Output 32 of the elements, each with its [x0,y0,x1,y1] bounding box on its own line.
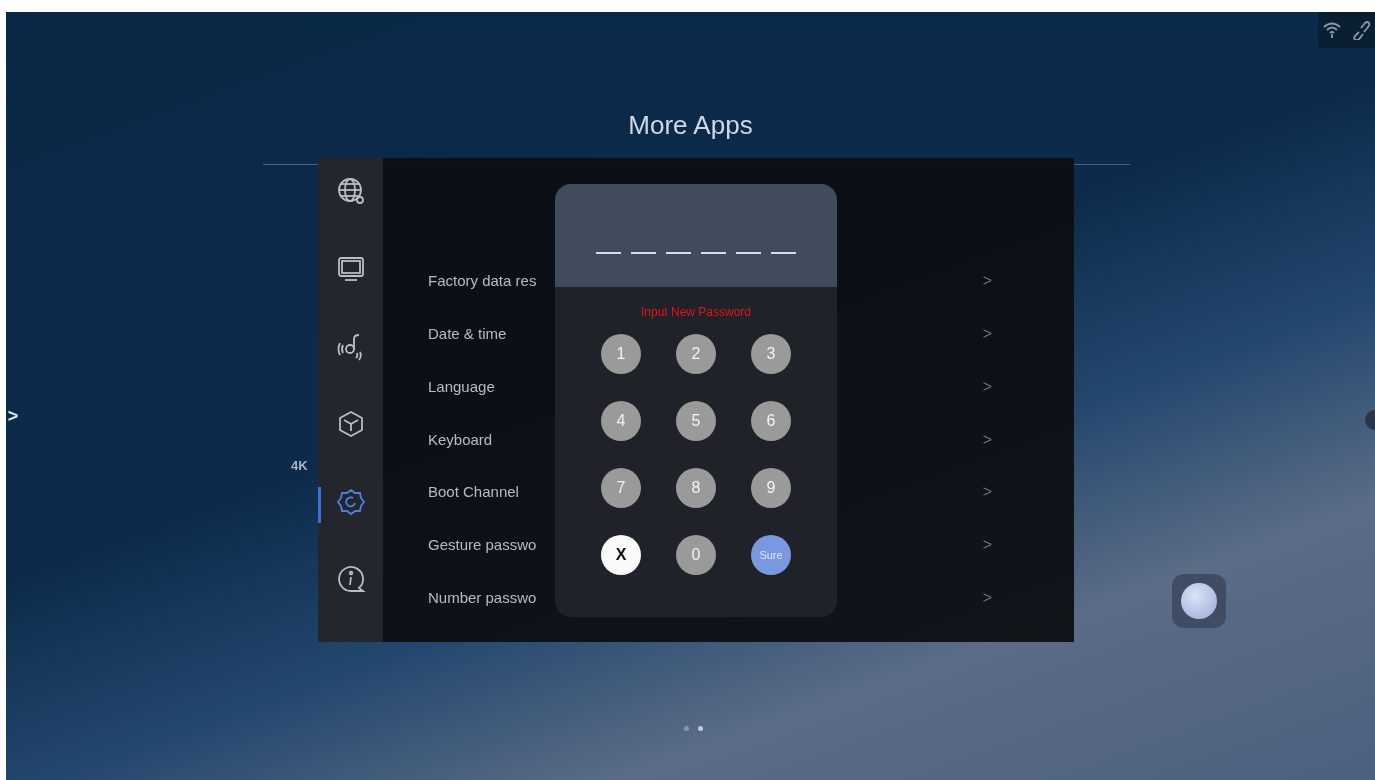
wifi-icon [1322,20,1343,40]
password-prompt: Input New Password [639,305,753,319]
gear-icon [335,486,366,517]
digit-key[interactable]: 5 [676,401,716,441]
digit-key[interactable]: 9 [751,468,791,508]
chevron-icon: > [982,589,992,608]
confirm-key[interactable]: Sure [751,535,791,575]
chevron-icon: > [982,483,992,502]
chevron-icon: > [982,324,992,343]
globe-icon [335,176,366,206]
digit-key[interactable]: 1 [601,334,641,374]
floating-button[interactable] [1172,574,1226,628]
sidebar-toggle[interactable]: > [6,406,20,427]
chevron-icon: > [982,536,992,555]
page-dot[interactable] [684,726,689,731]
info-icon [335,564,366,595]
digit-key[interactable]: 0 [676,535,716,575]
link-icon [1350,20,1371,40]
chevron-icon: > [982,272,992,290]
digit-key[interactable]: 8 [676,468,716,508]
digit-key[interactable]: 3 [751,334,791,374]
digit-key[interactable]: 7 [601,468,641,508]
digit-key[interactable]: 2 [676,334,716,374]
app-label: 4K [291,458,308,473]
page-dot[interactable] [698,726,703,731]
page-title: More Apps [627,110,754,141]
chevron-icon: > [982,377,992,396]
chevron-icon: > [982,430,992,449]
password-field[interactable] [555,184,837,287]
clear-key[interactable]: X [601,535,641,575]
digit-key[interactable]: 4 [601,401,641,441]
digit-key[interactable]: 6 [751,401,791,441]
